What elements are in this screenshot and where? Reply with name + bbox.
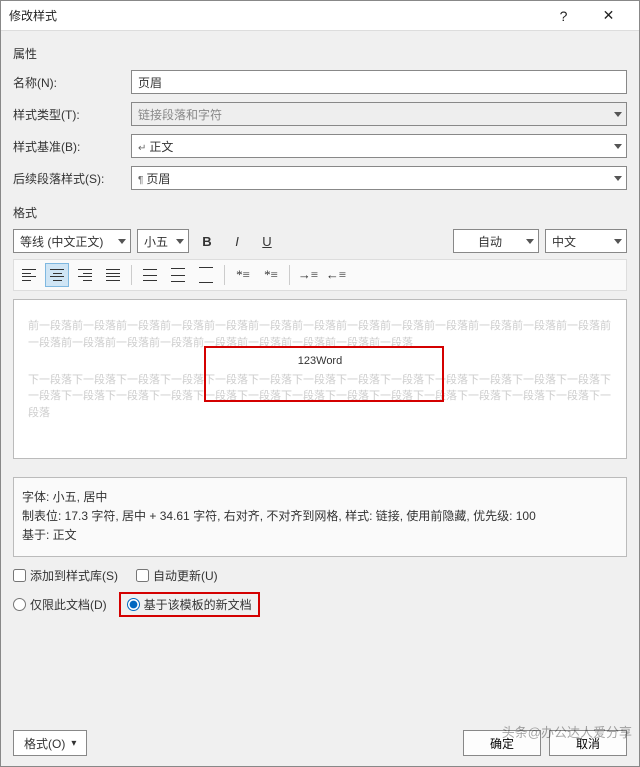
name-label: 名称(N):	[13, 74, 123, 91]
lang-select[interactable]: 中文	[545, 229, 627, 253]
titlebar: 修改样式 ? ✕	[1, 1, 639, 31]
highlight-box-icon: 基于该模板的新文档	[119, 592, 260, 617]
bold-button[interactable]: B	[195, 229, 219, 253]
following-select[interactable]: 页眉	[131, 166, 627, 190]
help-button[interactable]: ?	[541, 1, 586, 31]
preview-sample: 123Word	[28, 353, 612, 370]
align-justify-button[interactable]	[101, 263, 125, 287]
space-before-dec-button[interactable]: *≡	[259, 263, 283, 287]
font-family-select[interactable]: 等线 (中文正文)	[13, 229, 131, 253]
style-type-label: 样式类型(T):	[13, 106, 123, 123]
preview-after: 下一段落下一段落下一段落下一段落下一段落下一段落下一段落下一段落下一段落下一段落…	[28, 372, 612, 422]
spacing-1_5-button[interactable]	[166, 263, 190, 287]
align-center-button[interactable]	[45, 263, 69, 287]
based-on-label: 样式基准(B):	[13, 138, 123, 155]
only-this-doc-radio[interactable]: 仅限此文档(D)	[13, 596, 107, 613]
indent-inc-button[interactable]: →≡	[296, 263, 320, 287]
dialog-title: 修改样式	[9, 7, 541, 24]
template-docs-radio[interactable]: 基于该模板的新文档	[127, 596, 252, 613]
font-color-select[interactable]: 自动	[453, 229, 539, 253]
style-description: 字体: 小五, 居中 制表位: 17.3 字符, 居中 + 34.61 字符, …	[13, 477, 627, 557]
add-to-gallery-checkbox[interactable]: 添加到样式库(S)	[13, 567, 118, 584]
font-size-select[interactable]: 小五	[137, 229, 189, 253]
format-menu-button[interactable]: 格式(O)	[13, 730, 87, 756]
name-input[interactable]: 页眉	[131, 70, 627, 94]
style-type-select: 链接段落和字符	[131, 102, 627, 126]
auto-update-checkbox[interactable]: 自动更新(U)	[136, 567, 218, 584]
spacing-1-button[interactable]	[138, 263, 162, 287]
format-heading: 格式	[13, 204, 627, 221]
indent-dec-button[interactable]: ←≡	[324, 263, 348, 287]
modify-style-dialog: 修改样式 ? ✕ 属性 名称(N): 页眉 样式类型(T): 链接段落和字符 样…	[0, 0, 640, 767]
close-button[interactable]: ✕	[586, 1, 631, 31]
properties-heading: 属性	[13, 45, 627, 62]
align-right-button[interactable]	[73, 263, 97, 287]
cancel-button[interactable]: 取消	[549, 730, 627, 756]
underline-button[interactable]: U	[255, 229, 279, 253]
spacing-2-button[interactable]	[194, 263, 218, 287]
ok-button[interactable]: 确定	[463, 730, 541, 756]
based-on-select[interactable]: 正文	[131, 134, 627, 158]
preview-pane: 前一段落前一段落前一段落前一段落前一段落前一段落前一段落前一段落前一段落前一段落…	[13, 299, 627, 459]
following-label: 后续段落样式(S):	[13, 170, 123, 187]
space-before-inc-button[interactable]: *≡	[231, 263, 255, 287]
italic-button[interactable]: I	[225, 229, 249, 253]
align-left-button[interactable]	[17, 263, 41, 287]
preview-before: 前一段落前一段落前一段落前一段落前一段落前一段落前一段落前一段落前一段落前一段落…	[28, 318, 612, 351]
